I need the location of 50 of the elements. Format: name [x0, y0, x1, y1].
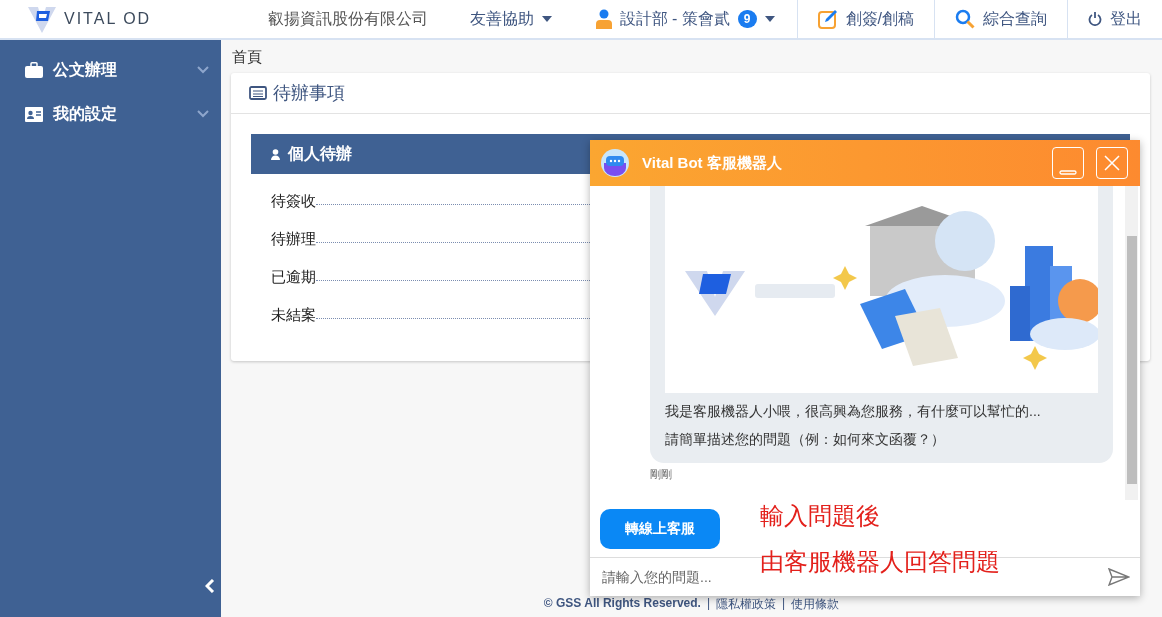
scrollbar[interactable] [1125, 186, 1138, 500]
close-button[interactable] [1096, 147, 1128, 179]
copyright-text: © GSS All Rights Reserved. [543, 596, 701, 612]
company-name: 叡揚資訊股份有限公司 [266, 8, 429, 29]
robot-icon [600, 148, 630, 178]
edit-icon [817, 9, 838, 29]
collapse-icon[interactable] [205, 579, 215, 593]
send-icon [1108, 568, 1130, 586]
card-title: 待辦事項 [273, 82, 345, 105]
message-text: 請簡單描述您的問題（例：如何來文函覆？） [665, 431, 946, 449]
id-card-icon [25, 106, 43, 122]
nav-item[interactable]: 創簽/創稿 [796, 0, 934, 38]
separator: | [782, 596, 786, 612]
minimize-icon [1059, 169, 1077, 175]
message-text: 我是客服機器人小喂，很高興為您服務，有什麼可以幫忙的... [665, 403, 1042, 421]
todo-link[interactable]: 待辦理 [271, 229, 316, 249]
send-button[interactable] [1108, 568, 1130, 586]
caret-icon [541, 16, 552, 22]
transfer-button[interactable]: 轉線上客服 [600, 508, 720, 549]
nav-item[interactable]: 綜合查詢 [934, 0, 1067, 38]
chevron-down-icon [197, 110, 209, 118]
search-icon [955, 9, 975, 29]
todo-link[interactable]: 已逾期 [271, 267, 316, 287]
close-icon [1103, 154, 1121, 172]
briefcase-icon [25, 62, 43, 78]
breadcrumb: 首頁 [231, 47, 263, 67]
nav-item[interactable]: 友善協助 [447, 0, 574, 38]
sidebar-item[interactable]: 公文辦理 [0, 48, 221, 92]
minimize-button[interactable] [1052, 147, 1084, 179]
separator: | [706, 596, 711, 612]
section-title: 個人待辦 [288, 143, 352, 164]
chevron-down-icon [197, 66, 209, 74]
todo-link[interactable]: 待簽收 [271, 191, 316, 211]
sidebar-item[interactable]: 我的設定 [0, 92, 221, 136]
logo-text: VITAL OD [64, 10, 152, 28]
nav-item[interactable]: 登出 [1067, 0, 1162, 38]
power-icon [1088, 12, 1102, 26]
user-icon [271, 148, 280, 160]
list-icon [249, 86, 267, 100]
todo-link[interactable]: 未結案 [271, 305, 316, 325]
logo-icon [28, 5, 56, 33]
annotation-text: 輸入問題後 [760, 501, 881, 531]
user-icon [595, 9, 612, 29]
footer-link[interactable]: 使用條款 [791, 596, 840, 613]
caret-icon [764, 16, 775, 22]
chat-title: Vital Bot 客服機器人 [642, 153, 783, 173]
nav-item[interactable]: 設計部 - 策會貳 9 [573, 0, 797, 38]
footer-link[interactable]: 隱私權政策 [716, 596, 777, 613]
count-badge: 9 [737, 10, 757, 28]
message-time: 剛剛 [650, 467, 672, 482]
